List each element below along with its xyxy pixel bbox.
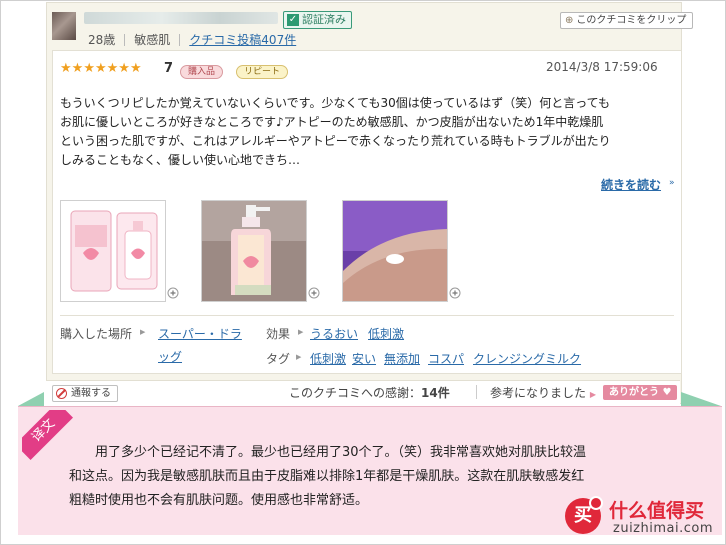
triangle-right-icon: ▶ <box>296 353 302 361</box>
review-text: もういくつリピしたか覚えていないくらいです。少なくても30個は使っているはず（笑… <box>60 94 680 170</box>
helpful-label: 参考になりました <box>490 386 587 400</box>
report-button[interactable]: 通報する <box>52 385 118 402</box>
prohibited-icon <box>56 388 67 399</box>
triangle-right-icon: ▶ <box>298 328 304 336</box>
thanks-text: このクチコミへの感謝： <box>289 386 422 400</box>
zoom-icon[interactable] <box>167 287 179 299</box>
star-icon: ★ <box>106 61 119 76</box>
star-icon: ★ <box>118 61 130 76</box>
review-text-line: お肌に優しいところが好きなところです♪アトピーのため敏感肌、かつ皮脂が出ないため… <box>60 115 604 129</box>
clip-icon: ⊕ <box>565 15 574 26</box>
avatar[interactable] <box>52 12 76 40</box>
effect-label: 効果 <box>266 327 291 341</box>
review-count-link[interactable]: クチコミ投稿407件 <box>189 31 296 48</box>
translation-line: 和这点。因为我是敏感肌肤而且由于皮脂难以排除1年都是干燥肌肤。这款在肌肤敏感发红 <box>69 469 585 484</box>
effect-link[interactable]: うるおい <box>310 325 358 342</box>
triangle-right-icon: ▶ <box>589 390 596 399</box>
divider <box>476 385 477 399</box>
translation-line: 用了多少个已经记不清了。最少也已经用了30个了。（笑）我非常喜欢她对肌肤比较温 <box>95 445 587 460</box>
divider <box>60 315 674 316</box>
reviewer-skin-type: 敏感肌 <box>134 33 171 47</box>
translation-line: 粗糙时使用也不会有肌肤问题。使用感也非常舒适。 <box>69 493 369 508</box>
translation-ribbon-label: 译文 <box>22 410 73 460</box>
tag-link[interactable]: 無添加 <box>384 350 420 367</box>
triangle-right-icon: ▶ <box>140 328 146 336</box>
star-icon: ★ <box>129 61 142 76</box>
site-watermark-logo: 买 什么值得买 zuizhimai.com <box>565 490 725 542</box>
verified-label: 認証済み <box>302 13 346 26</box>
purchase-place-link-wrap[interactable]: ッグ <box>158 348 182 365</box>
logo-brand: 什么值得买 <box>609 500 705 522</box>
translation-text: 用了多少个已经记不清了。最少也已经用了30个了。（笑）我非常喜欢她对肌肤比较温 … <box>69 441 629 513</box>
thank-you-button[interactable]: ありがとう ♥ <box>603 385 678 400</box>
thank-you-label: ありがとう <box>609 387 659 398</box>
tag-link[interactable]: コスパ <box>428 350 464 367</box>
tag-label: タグ <box>266 352 291 366</box>
review-text-line: という困った肌ですが、これはアレルギーやアトピーで赤くなったり荒れている時もトラ… <box>60 134 611 148</box>
review-text-line: しみることもなく、優しい使い心地できち… <box>60 153 301 167</box>
star-icon: ★ <box>83 61 95 76</box>
star-icon: ★ <box>94 61 107 76</box>
corner-decoration <box>18 392 44 406</box>
tag-link[interactable]: 安い <box>352 350 376 367</box>
tag-link[interactable]: 低刺激 <box>310 350 346 367</box>
logo-url: zuizhimai.com <box>613 521 713 536</box>
verified-badge: ✓ 認証済み <box>283 11 352 29</box>
corner-decoration <box>681 392 721 406</box>
clip-review-button[interactable]: ⊕ このクチコミをクリップ <box>560 12 694 29</box>
tag-link[interactable]: クレンジングミルク <box>473 350 581 367</box>
purchase-place-link[interactable]: スーパー・ドラ <box>158 325 242 342</box>
clip-label: このクチコミをクリップ <box>576 15 687 26</box>
logo-mark: 买 <box>565 496 603 534</box>
star-icon: ★ <box>71 61 84 76</box>
read-more-link[interactable]: 続きを読む <box>601 176 661 193</box>
photo-thumbnail-bottle[interactable] <box>201 200 307 302</box>
double-chevron-icon: » <box>669 178 675 188</box>
divider <box>124 33 126 46</box>
reviewer-meta: 28歳 敏感肌 クチコミ投稿407件 <box>88 31 296 48</box>
heart-icon: ♥ <box>662 387 672 398</box>
divider <box>179 33 181 46</box>
thanks-number: 14件 <box>421 386 450 400</box>
star-rating: ★ ★ ★ ★ ★ ★ ★ <box>60 62 142 76</box>
purchase-place-label: 購入した場所 <box>60 327 133 341</box>
photo-thumbnail-skin[interactable] <box>342 200 448 302</box>
review-text-line: もういくつリピしたか覚えていないくらいです。少なくても30個は使っているはず（笑… <box>60 96 610 110</box>
thanks-count: このクチコミへの感謝：14件 <box>289 384 450 401</box>
zoom-icon[interactable] <box>449 287 461 299</box>
purchased-badge: 購入品 <box>180 65 224 79</box>
reviewer-name-blurred[interactable] <box>84 12 278 24</box>
photo-thumbnail-product[interactable] <box>60 200 166 302</box>
report-label: 通報する <box>71 388 111 399</box>
zoom-icon[interactable] <box>308 287 320 299</box>
helpful-text: 参考になりました ▶ <box>490 384 596 401</box>
review-datetime: 2014/3/8 17:59:06 <box>546 60 658 74</box>
star-icon: ★ <box>60 61 72 76</box>
rating-number: 7 <box>164 61 174 76</box>
reviewer-age: 28歳 <box>88 33 116 47</box>
repeat-badge: リピート <box>236 65 289 79</box>
effect-link[interactable]: 低刺激 <box>368 325 404 342</box>
checkmark-icon: ✓ <box>287 14 299 26</box>
